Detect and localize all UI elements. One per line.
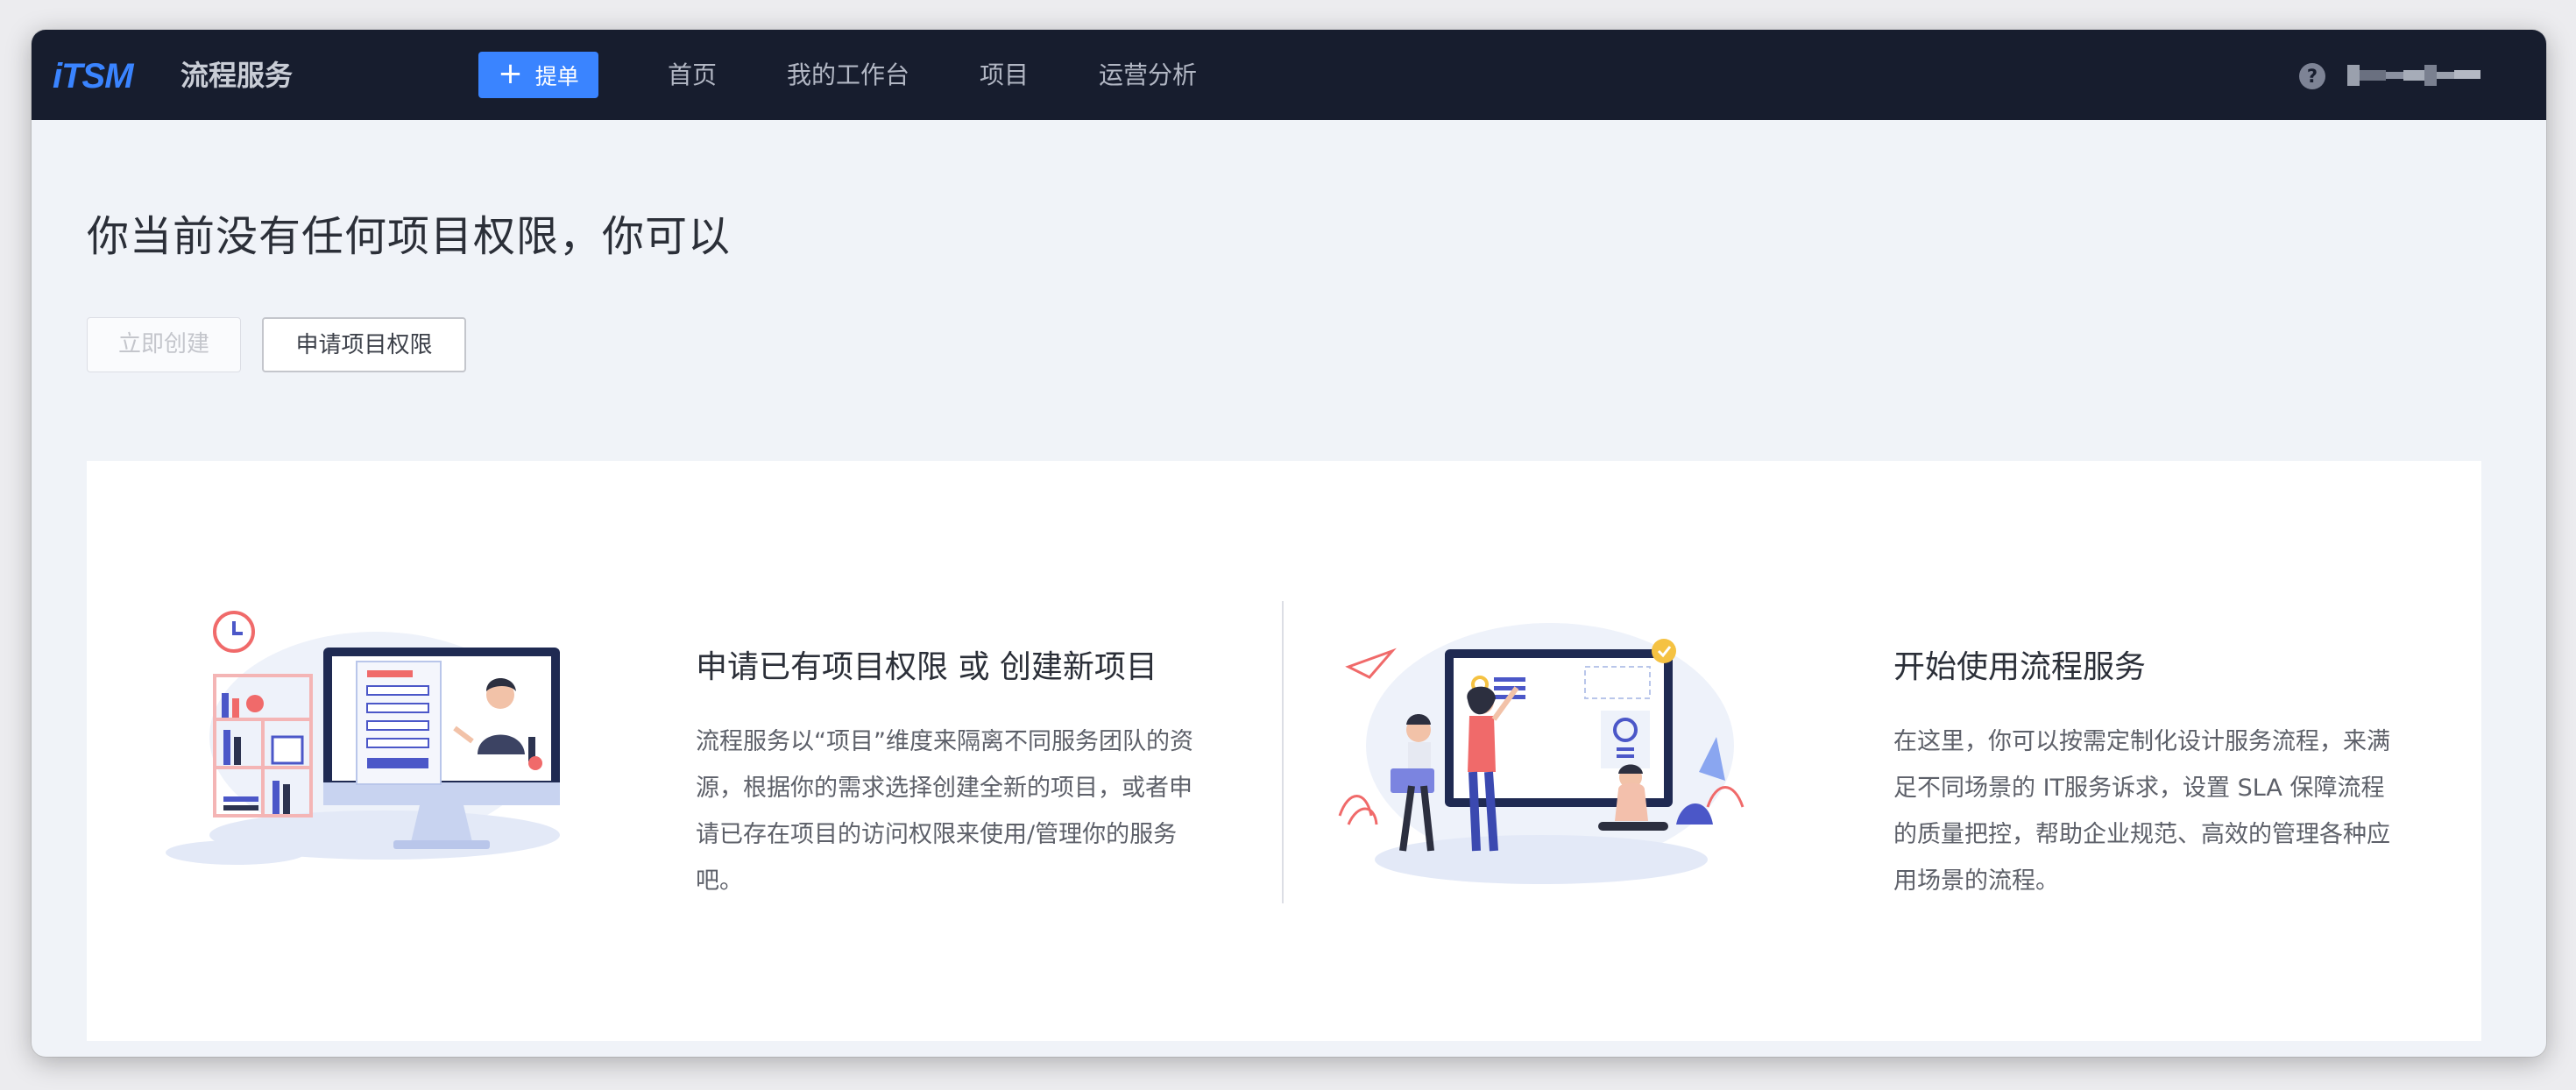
create-ticket-label: 提单 xyxy=(534,63,579,89)
username-blurred[interactable] xyxy=(2347,58,2488,93)
top-navbar: iTSM 流程服务 + 提单 首页 我的工作台 项目 运营分析 ? xyxy=(32,30,2546,120)
guide-desc-get-started: 在这里，你可以按需定制化设计服务流程，来满 足不同场景的 IT服务诉求，设置 S… xyxy=(1893,718,2419,904)
guide-desc-line: 请已存在项目的访问权限来使用/管理你的服务 xyxy=(696,821,1178,848)
help-icon[interactable]: ? xyxy=(2299,63,2325,89)
svg-text:iTSM: iTSM xyxy=(53,57,135,96)
guide-title-get-started: 开始使用流程服务 xyxy=(1893,649,2147,685)
nav-my-workbench[interactable]: 我的工作台 xyxy=(787,54,909,96)
guide-desc-permission: 流程服务以“项目”维度来隔离不同服务团队的资 源，根据你的需求选择创建全新的项目… xyxy=(696,718,1221,904)
guide-desc-line: 吧。 xyxy=(696,867,743,895)
create-now-button[interactable]: 立即创建 xyxy=(87,317,241,372)
guide-desc-line: 足不同场景的 IT服务诉求，设置 SLA 保障流程 xyxy=(1893,775,2385,802)
guide-title-permission: 申请已有项目权限 或 创建新项目 xyxy=(696,649,1157,685)
nav-home[interactable]: 首页 xyxy=(668,54,717,96)
guide-desc-line: 源，根据你的需求选择创建全新的项目，或者申 xyxy=(696,775,1192,802)
divider xyxy=(1282,601,1284,903)
create-ticket-button[interactable]: + 提单 xyxy=(478,52,598,98)
guide-desc-line: 在这里，你可以按需定制化设计服务流程，来满 xyxy=(1893,728,2390,755)
nav-projects[interactable]: 项目 xyxy=(980,54,1029,96)
guide-desc-line: 的质量把控，帮助企业规范、高效的管理各种应 xyxy=(1893,821,2390,848)
apply-permission-button[interactable]: 申请项目权限 xyxy=(262,317,466,372)
itsm-logo[interactable]: iTSM xyxy=(51,54,161,96)
nav-operations-analysis[interactable]: 运营分析 xyxy=(1099,54,1197,96)
guide-desc-line: 用场景的流程。 xyxy=(1893,867,2059,895)
process-service-illustration xyxy=(1338,623,1744,884)
project-permission-illustration xyxy=(166,611,560,865)
page-title: 你当前没有任何项目权限，你可以 xyxy=(87,212,732,261)
plus-icon: + xyxy=(498,56,523,91)
app-window: iTSM 流程服务 + 提单 首页 我的工作台 项目 运营分析 ? 你当前没有任… xyxy=(32,30,2546,1057)
product-name: 流程服务 xyxy=(180,59,294,92)
guide-card: 申请已有项目权限 或 创建新项目 流程服务以“项目”维度来隔离不同服务团队的资 … xyxy=(87,461,2481,1041)
guide-desc-line: 流程服务以“项目”维度来隔离不同服务团队的资 xyxy=(696,728,1193,755)
